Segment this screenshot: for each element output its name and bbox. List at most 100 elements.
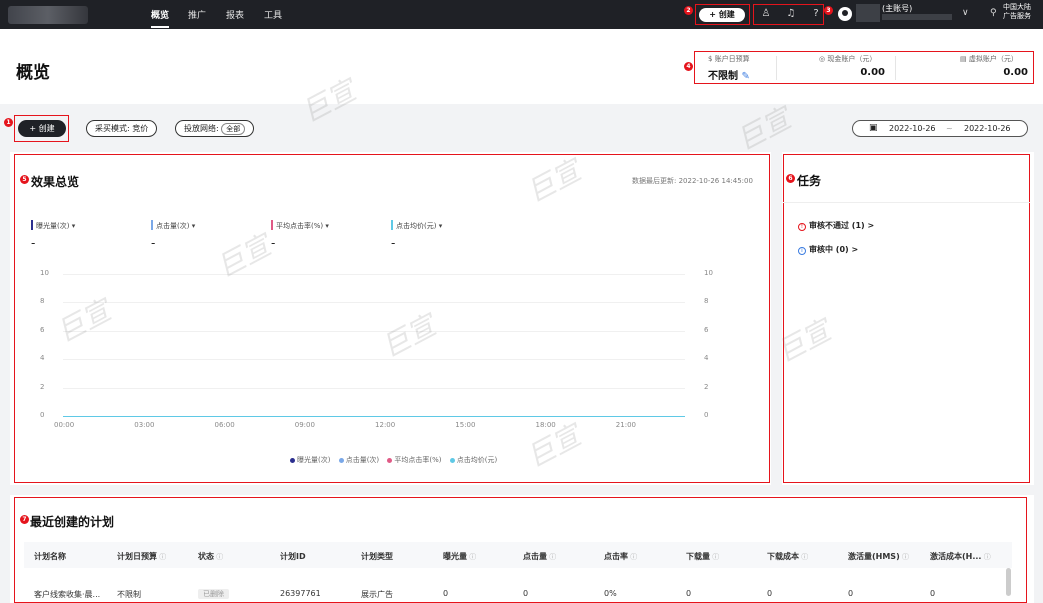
help-icon[interactable]: ⓘ <box>710 553 719 561</box>
gridline <box>63 359 685 361</box>
virtual-label: 虚拟账户（元） <box>968 55 1018 63</box>
table-column-header[interactable]: 状态 ⓘ <box>198 551 223 562</box>
chevron-down-icon: ▾ <box>71 222 76 230</box>
table-column-header[interactable]: 曝光量 ⓘ <box>443 551 476 562</box>
table-cell: 0 <box>523 589 529 598</box>
location-icon: ⚲ <box>990 8 997 18</box>
y-tick-label-left: 0 <box>40 411 45 419</box>
legend-dot <box>290 457 295 463</box>
table-cell: 0 <box>848 589 854 598</box>
metric-label: 点击量(次) <box>156 222 190 230</box>
region-selector[interactable]: 中国大陆 广告服务 <box>1003 3 1041 21</box>
marker-3: 3 <box>824 6 833 15</box>
table-column-header[interactable]: 下载量 ⓘ <box>686 551 719 562</box>
column-label: 点击率 <box>604 552 628 561</box>
y-tick-label-right: 10 <box>704 269 713 277</box>
nav-overview[interactable]: 概览 <box>151 8 169 21</box>
create-button[interactable]: + 创建 <box>18 120 66 137</box>
x-tick-label: 03:00 <box>134 421 155 429</box>
table-column-header[interactable]: 下载成本 ⓘ <box>767 551 808 562</box>
column-label: 激活成本(H... <box>930 552 982 561</box>
table-column-header[interactable]: 点击量 ⓘ <box>523 551 556 562</box>
cash-account-card: ◎ 现金账户（元） 0.00 <box>785 54 885 78</box>
legend-label[interactable]: 曝光量(次) <box>297 456 330 464</box>
help-icon[interactable]: ⓘ <box>467 553 476 561</box>
metric-value: - <box>271 236 276 250</box>
highlight-overview <box>14 154 770 483</box>
legend-label[interactable]: 平均点击率(%) <box>394 456 441 464</box>
plans-title: 最近创建的计划 <box>30 515 115 529</box>
legend-label[interactable]: 点击量(次) <box>346 456 379 464</box>
help-icon[interactable]: ⓘ <box>214 553 223 561</box>
table-column-header[interactable]: 激活量(HMS) ⓘ <box>848 551 909 562</box>
metric-impressions[interactable]: 曝光量(次) ▾ <box>31 220 76 231</box>
status-badge: 已删除 <box>198 589 229 599</box>
table-cell[interactable]: 客户线索收集·晨... <box>34 589 100 600</box>
overview-title: 效果总览 <box>31 175 80 189</box>
buy-mode-filter[interactable]: 采买模式: 竞价 <box>86 120 158 137</box>
task-label: 审核中 (0) > <box>809 245 859 254</box>
top-nav-bar: 概览 推广 报表 工具 + 创建 ♙ ♫ ? (主账号) ∨ ⚲ 中国大陆 广告… <box>0 0 1043 29</box>
metric-value: - <box>391 236 396 250</box>
column-label: 激活量(HMS) <box>848 552 900 561</box>
y-tick-label-left: 6 <box>40 325 45 334</box>
logo[interactable] <box>8 6 88 24</box>
task-reviewing[interactable]: i 审核中 (0) > <box>798 244 858 255</box>
page-title: 概览 <box>16 63 50 83</box>
virtual-value: 0.00 <box>1003 67 1028 78</box>
table-column-header[interactable]: 计划名称 <box>34 551 66 562</box>
nav-promotion[interactable]: 推广 <box>188 8 206 21</box>
x-tick-label: 06:00 <box>214 421 235 429</box>
legend-dot <box>387 457 393 463</box>
divider <box>895 56 896 80</box>
edit-icon[interactable]: ✎ <box>741 71 749 82</box>
table-cell: 展示广告 <box>361 590 393 599</box>
account-budget-card: $ 账户日预算 不限制 ✎ <box>708 54 764 82</box>
help-icon[interactable]: ⓘ <box>900 553 909 561</box>
date-separator: ~ <box>946 124 953 133</box>
network-value: 全部 <box>221 123 246 135</box>
table-column-header[interactable]: 计划ID <box>280 551 306 562</box>
legend-dot <box>338 457 344 463</box>
nav-reports[interactable]: 报表 <box>226 8 244 21</box>
task-rejected[interactable]: ! 审核不通过 (1) > <box>798 220 874 231</box>
table-cell: 已删除 <box>198 589 229 599</box>
divider <box>776 56 777 80</box>
column-label: 计划ID <box>280 552 306 561</box>
column-label: 状态 <box>198 552 214 561</box>
metric-clicks[interactable]: 点击量(次) ▾ <box>151 220 195 231</box>
info-icon: i <box>798 247 806 255</box>
chevron-down-icon: ▾ <box>325 222 329 230</box>
help-icon[interactable]: ⓘ <box>628 553 637 561</box>
legend-label[interactable]: 点击均价(元) <box>457 456 497 464</box>
column-label: 下载成本 <box>767 552 799 561</box>
help-icon[interactable]: ⓘ <box>981 553 991 561</box>
help-icon[interactable]: ⓘ <box>157 553 166 561</box>
scrollbar[interactable] <box>1006 568 1011 596</box>
chevron-down-icon[interactable]: ∨ <box>962 8 969 18</box>
gridline <box>63 274 685 275</box>
account-avatar-blurred <box>856 4 880 22</box>
date-range-picker[interactable]: ▣ 2022-10-26 ~ 2022-10-26 <box>852 120 1028 137</box>
network-filter[interactable]: 投放网络: 全部 <box>175 120 255 137</box>
series-line <box>63 415 685 417</box>
highlight-icons <box>753 4 824 25</box>
help-icon[interactable]: ⓘ <box>799 553 808 561</box>
metric-ctr[interactable]: 平均点击率(%) ▾ <box>271 220 329 231</box>
table-column-header[interactable]: 激活成本(H... ⓘ <box>930 551 991 562</box>
marker-5: 5 <box>20 175 29 184</box>
table-column-header[interactable]: 计划类型 <box>361 551 393 562</box>
chevron-down-icon: ▾ <box>438 222 443 230</box>
avatar[interactable] <box>838 7 852 21</box>
metric-value: - <box>31 236 36 250</box>
table-column-header[interactable]: 点击率 ⓘ <box>604 551 637 562</box>
column-label: 计划日预算 <box>117 552 157 561</box>
date-start: 2022-10-26 <box>889 124 936 133</box>
help-icon[interactable]: ⓘ <box>547 553 556 561</box>
metric-label: 曝光量(次) <box>36 222 70 230</box>
nav-tools[interactable]: 工具 <box>264 8 282 21</box>
metric-cpc[interactable]: 点击均价(元) ▾ <box>391 220 443 231</box>
metric-value: - <box>151 236 156 250</box>
y-tick-label-left: 10 <box>40 269 49 277</box>
table-column-header[interactable]: 计划日预算 ⓘ <box>117 551 166 562</box>
